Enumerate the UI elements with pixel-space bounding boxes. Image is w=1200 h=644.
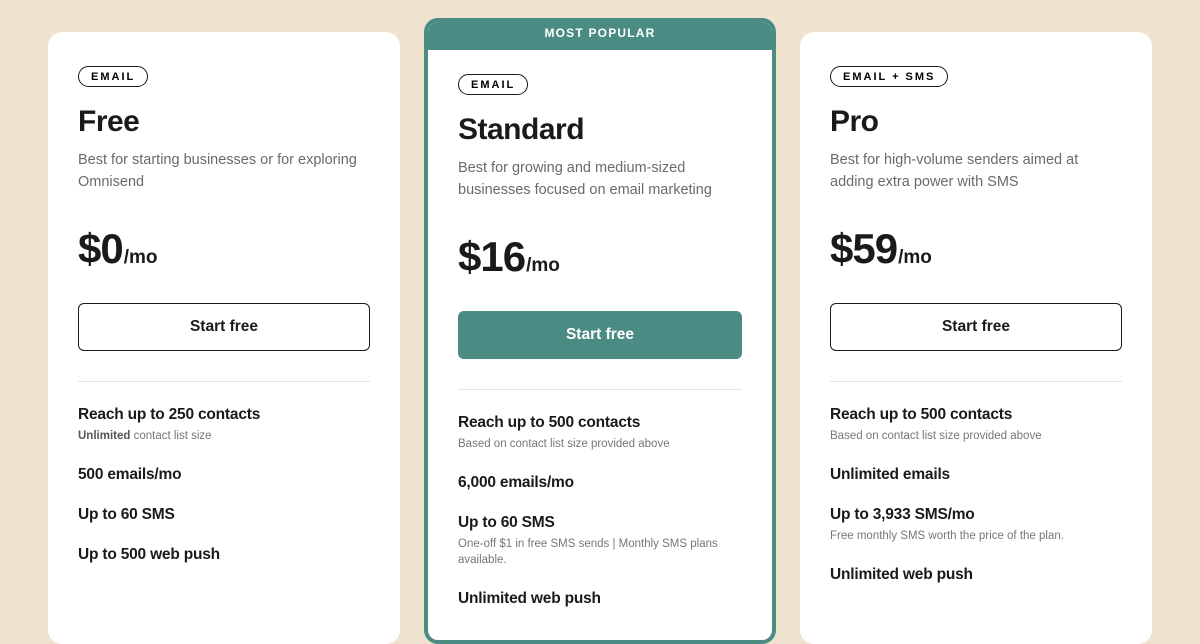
feature-contacts-sub: Unlimited contact list size <box>78 428 370 444</box>
start-free-button[interactable]: Start free <box>830 303 1122 351</box>
price-period: /mo <box>898 247 932 269</box>
feature-emails: 500 emails/mo <box>78 466 370 484</box>
divider <box>78 381 370 382</box>
feature-contacts: Reach up to 500 contacts <box>830 406 1122 424</box>
plan-name: Standard <box>458 113 742 147</box>
plan-desc: Best for growing and medium-sized busine… <box>458 157 742 203</box>
plan-card-free: EMAIL Free Best for starting businesses … <box>48 32 400 644</box>
feature-sms: Up to 60 SMS <box>78 506 370 524</box>
price: $59 <box>830 225 897 273</box>
feature-emails: 6,000 emails/mo <box>458 474 742 492</box>
price-row: $16 /mo <box>458 233 742 281</box>
feature-contacts: Reach up to 500 contacts <box>458 414 742 432</box>
feature-push: Unlimited web push <box>830 566 1122 584</box>
plan-desc: Best for starting businesses or for expl… <box>78 149 370 195</box>
feature-push: Up to 500 web push <box>78 546 370 564</box>
plan-card-pro: EMAIL + SMS Pro Best for high-volume sen… <box>800 32 1152 644</box>
price: $0 <box>78 225 123 273</box>
feature-sms: Up to 60 SMS <box>458 514 742 532</box>
plan-badge: EMAIL <box>458 74 528 95</box>
price: $16 <box>458 233 525 281</box>
plan-desc: Best for high-volume senders aimed at ad… <box>830 149 1122 195</box>
price-row: $59 /mo <box>830 225 1122 273</box>
price-row: $0 /mo <box>78 225 370 273</box>
plan-name: Pro <box>830 105 1122 139</box>
divider <box>830 381 1122 382</box>
popular-banner: MOST POPULAR <box>428 18 772 50</box>
feature-contacts-sub: Based on contact list size provided abov… <box>458 436 742 452</box>
start-free-button[interactable]: Start free <box>78 303 370 351</box>
feature-contacts: Reach up to 250 contacts <box>78 406 370 424</box>
feature-push: Unlimited web push <box>458 590 742 608</box>
feature-sms: Up to 3,933 SMS/mo <box>830 506 1122 524</box>
feature-emails: Unlimited emails <box>830 466 1122 484</box>
price-period: /mo <box>124 247 158 269</box>
divider <box>458 389 742 390</box>
feature-contacts-sub: Based on contact list size provided abov… <box>830 428 1122 444</box>
plan-badge: EMAIL + SMS <box>830 66 948 87</box>
price-period: /mo <box>526 255 560 277</box>
start-free-button[interactable]: Start free <box>458 311 742 359</box>
feature-sms-sub: One-off $1 in free SMS sends | Monthly S… <box>458 536 742 568</box>
plan-name: Free <box>78 105 370 139</box>
plan-card-standard: MOST POPULAR EMAIL Standard Best for gro… <box>424 18 776 644</box>
feature-sms-sub: Free monthly SMS worth the price of the … <box>830 528 1122 544</box>
pricing-grid: EMAIL Free Best for starting businesses … <box>40 18 1160 644</box>
plan-badge: EMAIL <box>78 66 148 87</box>
